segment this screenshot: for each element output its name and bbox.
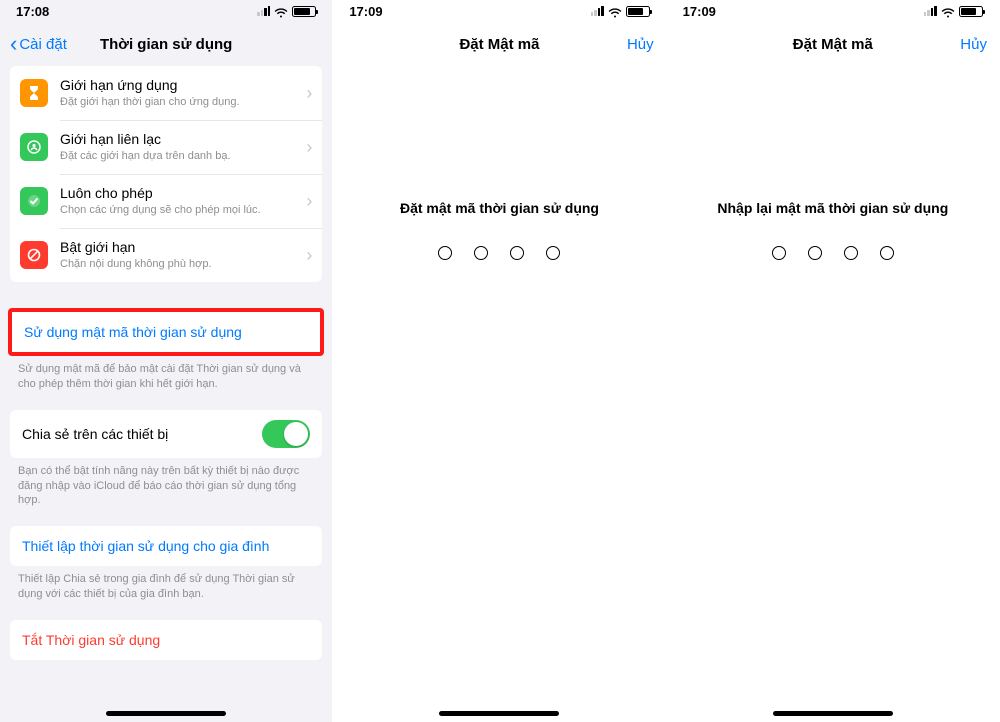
prohibit-icon <box>20 241 48 269</box>
passcode-area: Đặt mật mã thời gian sử dụng <box>333 200 665 260</box>
cancel-button[interactable]: Hủy <box>960 36 987 53</box>
row-title: Bật giới hạn <box>60 239 306 257</box>
row-sub: Đặt giới hạn thời gian cho ứng dụng. <box>60 95 306 109</box>
passcode-dots[interactable] <box>667 246 999 260</box>
status-icons <box>924 6 983 17</box>
passcode-dots[interactable] <box>333 246 665 260</box>
home-indicator[interactable] <box>106 711 226 716</box>
family-setup-button[interactable]: Thiết lập thời gian sử dụng cho gia đình <box>10 526 322 566</box>
status-icons <box>591 6 650 17</box>
wifi-icon <box>608 6 622 16</box>
passcode-dot <box>880 246 894 260</box>
share-across-devices-row[interactable]: Chia sẻ trên các thiết bị <box>10 410 322 458</box>
passcode-dot <box>510 246 524 260</box>
use-passcode-button[interactable]: Sử dụng mật mã thời gian sử dụng <box>12 312 320 352</box>
row-sub: Đặt các giới hạn dựa trên danh bạ. <box>60 149 306 163</box>
passcode-dot <box>808 246 822 260</box>
turn-off-button[interactable]: Tắt Thời gian sử dụng <box>10 620 322 660</box>
cellular-signal-icon <box>257 6 270 16</box>
status-time: 17:09 <box>683 4 716 19</box>
status-bar: 17:08 <box>0 0 332 22</box>
phone-screen-1: 17:08 ‹ Cài đặt Thời gian sử dụng Giới h… <box>0 0 333 722</box>
wifi-icon <box>274 6 288 16</box>
row-always-allowed[interactable]: Luôn cho phép Chọn các ứng dụng sẽ cho p… <box>10 174 322 228</box>
nav-bar: ‹ Cài đặt Thời gian sử dụng <box>0 22 332 66</box>
highlight-use-passcode: Sử dụng mật mã thời gian sử dụng <box>8 308 324 356</box>
cellular-signal-icon <box>591 6 604 16</box>
cancel-button[interactable]: Hủy <box>627 36 654 53</box>
back-button[interactable]: ‹ Cài đặt <box>10 33 67 55</box>
passcode-dot <box>546 246 560 260</box>
row-text: Giới hạn ứng dụng Đặt giới hạn thời gian… <box>60 77 306 110</box>
status-time: 17:08 <box>16 4 49 19</box>
passcode-footer: Sử dụng mật mã để bảo mật cài đặt Thời g… <box>0 356 332 410</box>
row-comm-limits[interactable]: Giới hạn liên lạc Đặt các giới hạn dựa t… <box>10 120 322 174</box>
row-sub: Chọn các ứng dụng sẽ cho phép mọi lúc. <box>60 203 306 217</box>
passcode-prompt: Nhập lại mật mã thời gian sử dụng <box>667 200 999 216</box>
status-icons <box>257 6 316 17</box>
passcode-dot <box>438 246 452 260</box>
battery-icon <box>292 6 316 17</box>
share-footer: Bạn có thể bật tính năng này trên bất kỳ… <box>0 458 332 527</box>
chevron-left-icon: ‹ <box>10 33 17 55</box>
phone-screen-2: 17:09 Đặt Mật mã Hủy Đặt mật mã thời gia… <box>333 0 666 722</box>
settings-group: Giới hạn ứng dụng Đặt giới hạn thời gian… <box>10 66 322 282</box>
wifi-icon <box>941 6 955 16</box>
back-label: Cài đặt <box>19 36 67 53</box>
passcode-dot <box>474 246 488 260</box>
row-title: Luôn cho phép <box>60 185 306 203</box>
row-title: Giới hạn liên lạc <box>60 131 306 149</box>
passcode-area: Nhập lại mật mã thời gian sử dụng <box>667 200 999 260</box>
chevron-right-icon: › <box>306 191 312 212</box>
passcode-dot <box>844 246 858 260</box>
share-label: Chia sẻ trên các thiết bị <box>22 426 168 442</box>
row-text: Bật giới hạn Chặn nội dung không phù hợp… <box>60 239 306 272</box>
nav-bar: Đặt Mật mã Hủy <box>667 22 999 66</box>
checkmark-icon <box>20 187 48 215</box>
battery-icon <box>959 6 983 17</box>
chevron-right-icon: › <box>306 245 312 266</box>
row-sub: Chặn nội dung không phù hợp. <box>60 257 306 271</box>
phone-screen-3: 17:09 Đặt Mật mã Hủy Nhập lại mật mã thờ… <box>667 0 1000 722</box>
status-time: 17:09 <box>349 4 382 19</box>
hourglass-icon <box>20 79 48 107</box>
battery-icon <box>626 6 650 17</box>
status-bar: 17:09 <box>333 0 665 22</box>
home-indicator[interactable] <box>773 711 893 716</box>
cellular-signal-icon <box>924 6 937 16</box>
contact-icon <box>20 133 48 161</box>
row-title: Giới hạn ứng dụng <box>60 77 306 95</box>
status-bar: 17:09 <box>667 0 999 22</box>
row-text: Giới hạn liên lạc Đặt các giới hạn dựa t… <box>60 131 306 164</box>
chevron-right-icon: › <box>306 137 312 158</box>
row-app-limits[interactable]: Giới hạn ứng dụng Đặt giới hạn thời gian… <box>10 66 322 120</box>
nav-title: Đặt Mật mã <box>333 36 665 53</box>
row-content-restrict[interactable]: Bật giới hạn Chặn nội dung không phù hợp… <box>10 228 322 282</box>
passcode-dot <box>772 246 786 260</box>
row-text: Luôn cho phép Chọn các ứng dụng sẽ cho p… <box>60 185 306 218</box>
nav-bar: Đặt Mật mã Hủy <box>333 22 665 66</box>
nav-title: Đặt Mật mã <box>667 36 999 53</box>
family-footer: Thiết lập Chia sẻ trong gia đình để sử d… <box>0 566 332 620</box>
home-indicator[interactable] <box>439 711 559 716</box>
chevron-right-icon: › <box>306 83 312 104</box>
passcode-prompt: Đặt mật mã thời gian sử dụng <box>333 200 665 216</box>
share-toggle[interactable] <box>262 420 310 448</box>
